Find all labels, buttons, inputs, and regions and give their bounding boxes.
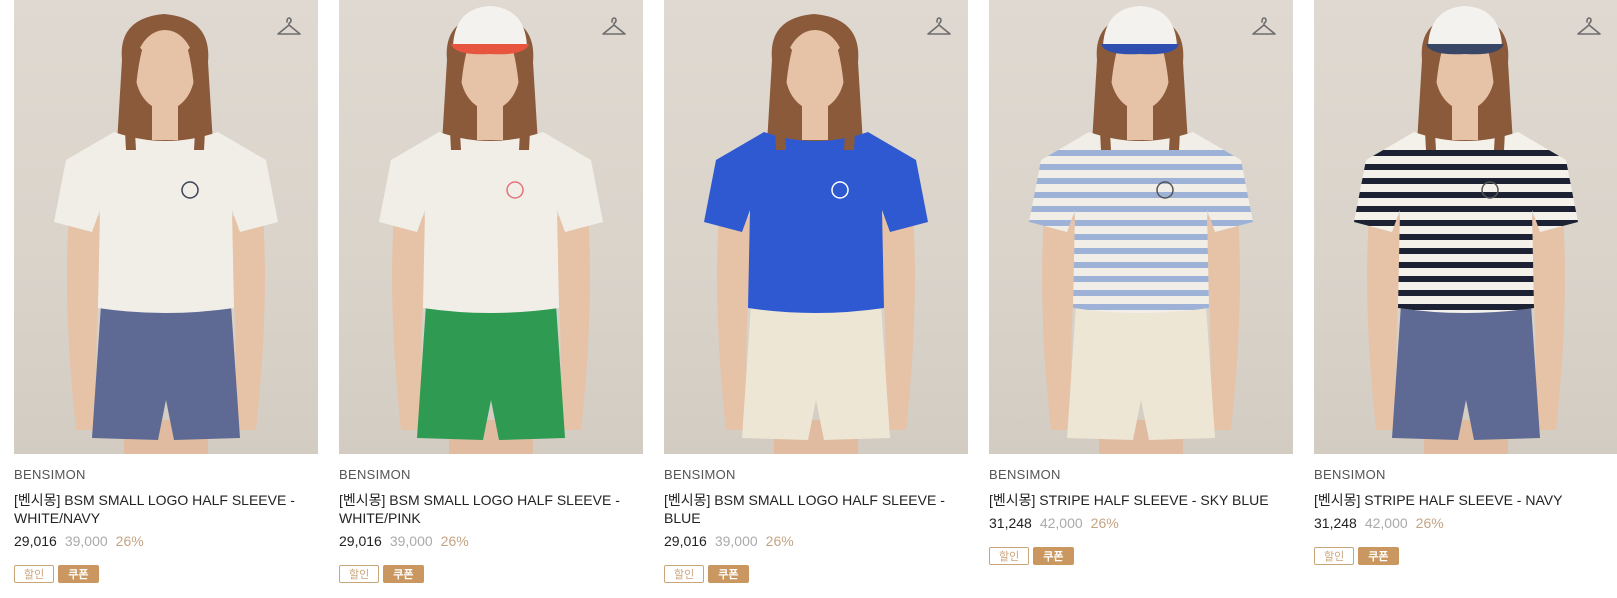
hanger-icon[interactable] [1576, 16, 1602, 38]
product-info: BENSIMON [벤시몽] BSM SMALL LOGO HALF SLEEV… [664, 454, 968, 583]
coupon-tag: 쿠폰 [1358, 547, 1399, 565]
sale-price: 29,016 [14, 533, 57, 549]
sale-tag: 할인 [1314, 547, 1355, 565]
product-brand[interactable]: BENSIMON [339, 467, 643, 483]
product-brand[interactable]: BENSIMON [989, 467, 1293, 483]
cap [1101, 6, 1179, 55]
product-name[interactable]: [벤시몽] STRIPE HALF SLEEVE - NAVY [1314, 491, 1604, 509]
product-tags: 할인 쿠폰 [339, 565, 643, 583]
product-info: BENSIMON [벤시몽] STRIPE HALF SLEEVE - NAVY… [1314, 454, 1617, 565]
sale-tag: 할인 [989, 547, 1030, 565]
product-image[interactable] [14, 0, 318, 454]
hanger-icon[interactable] [276, 16, 302, 38]
product-card[interactable]: BENSIMON [벤시몽] BSM SMALL LOGO HALF SLEEV… [339, 0, 643, 583]
sale-price: 29,016 [664, 533, 707, 549]
hanger-icon[interactable] [601, 16, 627, 38]
product-info: BENSIMON [벤시몽] BSM SMALL LOGO HALF SLEEV… [339, 454, 643, 583]
product-name[interactable]: [벤시몽] BSM SMALL LOGO HALF SLEEVE - WHITE… [14, 491, 304, 527]
discount-rate: 26% [1090, 515, 1119, 531]
product-name[interactable]: [벤시몽] BSM SMALL LOGO HALF SLEEVE - WHITE… [339, 491, 629, 527]
sale-tag: 할인 [339, 565, 380, 583]
product-image[interactable] [339, 0, 643, 454]
product-name[interactable]: [벤시몽] STRIPE HALF SLEEVE - SKY BLUE [989, 491, 1279, 509]
original-price: 42,000 [1039, 515, 1083, 531]
product-prices: 29,016 39,000 26% [664, 531, 968, 551]
model-illustration [1029, 6, 1253, 454]
product-tags: 할인 쿠폰 [14, 565, 318, 583]
product-image[interactable] [664, 0, 968, 454]
sale-price: 29,016 [339, 533, 382, 549]
coupon-tag: 쿠폰 [58, 565, 99, 583]
coupon-tag: 쿠폰 [1033, 547, 1074, 565]
product-brand[interactable]: BENSIMON [1314, 467, 1617, 483]
product-tags: 할인 쿠폰 [664, 565, 968, 583]
coupon-tag: 쿠폰 [708, 565, 749, 583]
original-price: 42,000 [1364, 515, 1408, 531]
product-info: BENSIMON [벤시몽] STRIPE HALF SLEEVE - SKY … [989, 454, 1293, 565]
product-brand[interactable]: BENSIMON [664, 467, 968, 483]
model-illustration [54, 14, 278, 454]
product-info: BENSIMON [벤시몽] BSM SMALL LOGO HALF SLEEV… [14, 454, 318, 583]
cap [1426, 6, 1504, 55]
product-tags: 할인 쿠폰 [989, 547, 1293, 565]
product-prices: 31,248 42,000 26% [989, 513, 1293, 533]
model-illustration [379, 6, 603, 454]
face [785, 30, 845, 110]
product-prices: 29,016 39,000 26% [14, 531, 318, 551]
original-price: 39,000 [64, 533, 108, 549]
hanger-icon[interactable] [926, 16, 952, 38]
product-brand[interactable]: BENSIMON [14, 467, 318, 483]
sale-tag: 할인 [14, 565, 55, 583]
discount-rate: 26% [765, 533, 794, 549]
product-image[interactable] [989, 0, 1293, 454]
product-card[interactable]: BENSIMON [벤시몽] BSM SMALL LOGO HALF SLEEV… [664, 0, 968, 583]
product-name[interactable]: [벤시몽] BSM SMALL LOGO HALF SLEEVE - BLUE [664, 491, 954, 527]
product-prices: 29,016 39,000 26% [339, 531, 643, 551]
product-tags: 할인 쿠폰 [1314, 547, 1617, 565]
discount-rate: 26% [1415, 515, 1444, 531]
coupon-tag: 쿠폰 [383, 565, 424, 583]
sale-price: 31,248 [1314, 515, 1357, 531]
product-grid: BENSIMON [벤시몽] BSM SMALL LOGO HALF SLEEV… [0, 0, 1617, 598]
face [135, 30, 195, 110]
model-illustration [704, 14, 928, 454]
product-prices: 31,248 42,000 26% [1314, 513, 1617, 533]
hanger-icon[interactable] [1251, 16, 1277, 38]
sale-price: 31,248 [989, 515, 1032, 531]
discount-rate: 26% [115, 533, 144, 549]
discount-rate: 26% [440, 533, 469, 549]
product-card[interactable]: BENSIMON [벤시몽] STRIPE HALF SLEEVE - NAVY… [1314, 0, 1617, 565]
product-card[interactable]: BENSIMON [벤시몽] STRIPE HALF SLEEVE - SKY … [989, 0, 1293, 565]
original-price: 39,000 [389, 533, 433, 549]
product-image[interactable] [1314, 0, 1617, 454]
original-price: 39,000 [714, 533, 758, 549]
cap [451, 6, 529, 55]
model-illustration [1354, 6, 1578, 454]
product-card[interactable]: BENSIMON [벤시몽] BSM SMALL LOGO HALF SLEEV… [14, 0, 318, 583]
sale-tag: 할인 [664, 565, 705, 583]
